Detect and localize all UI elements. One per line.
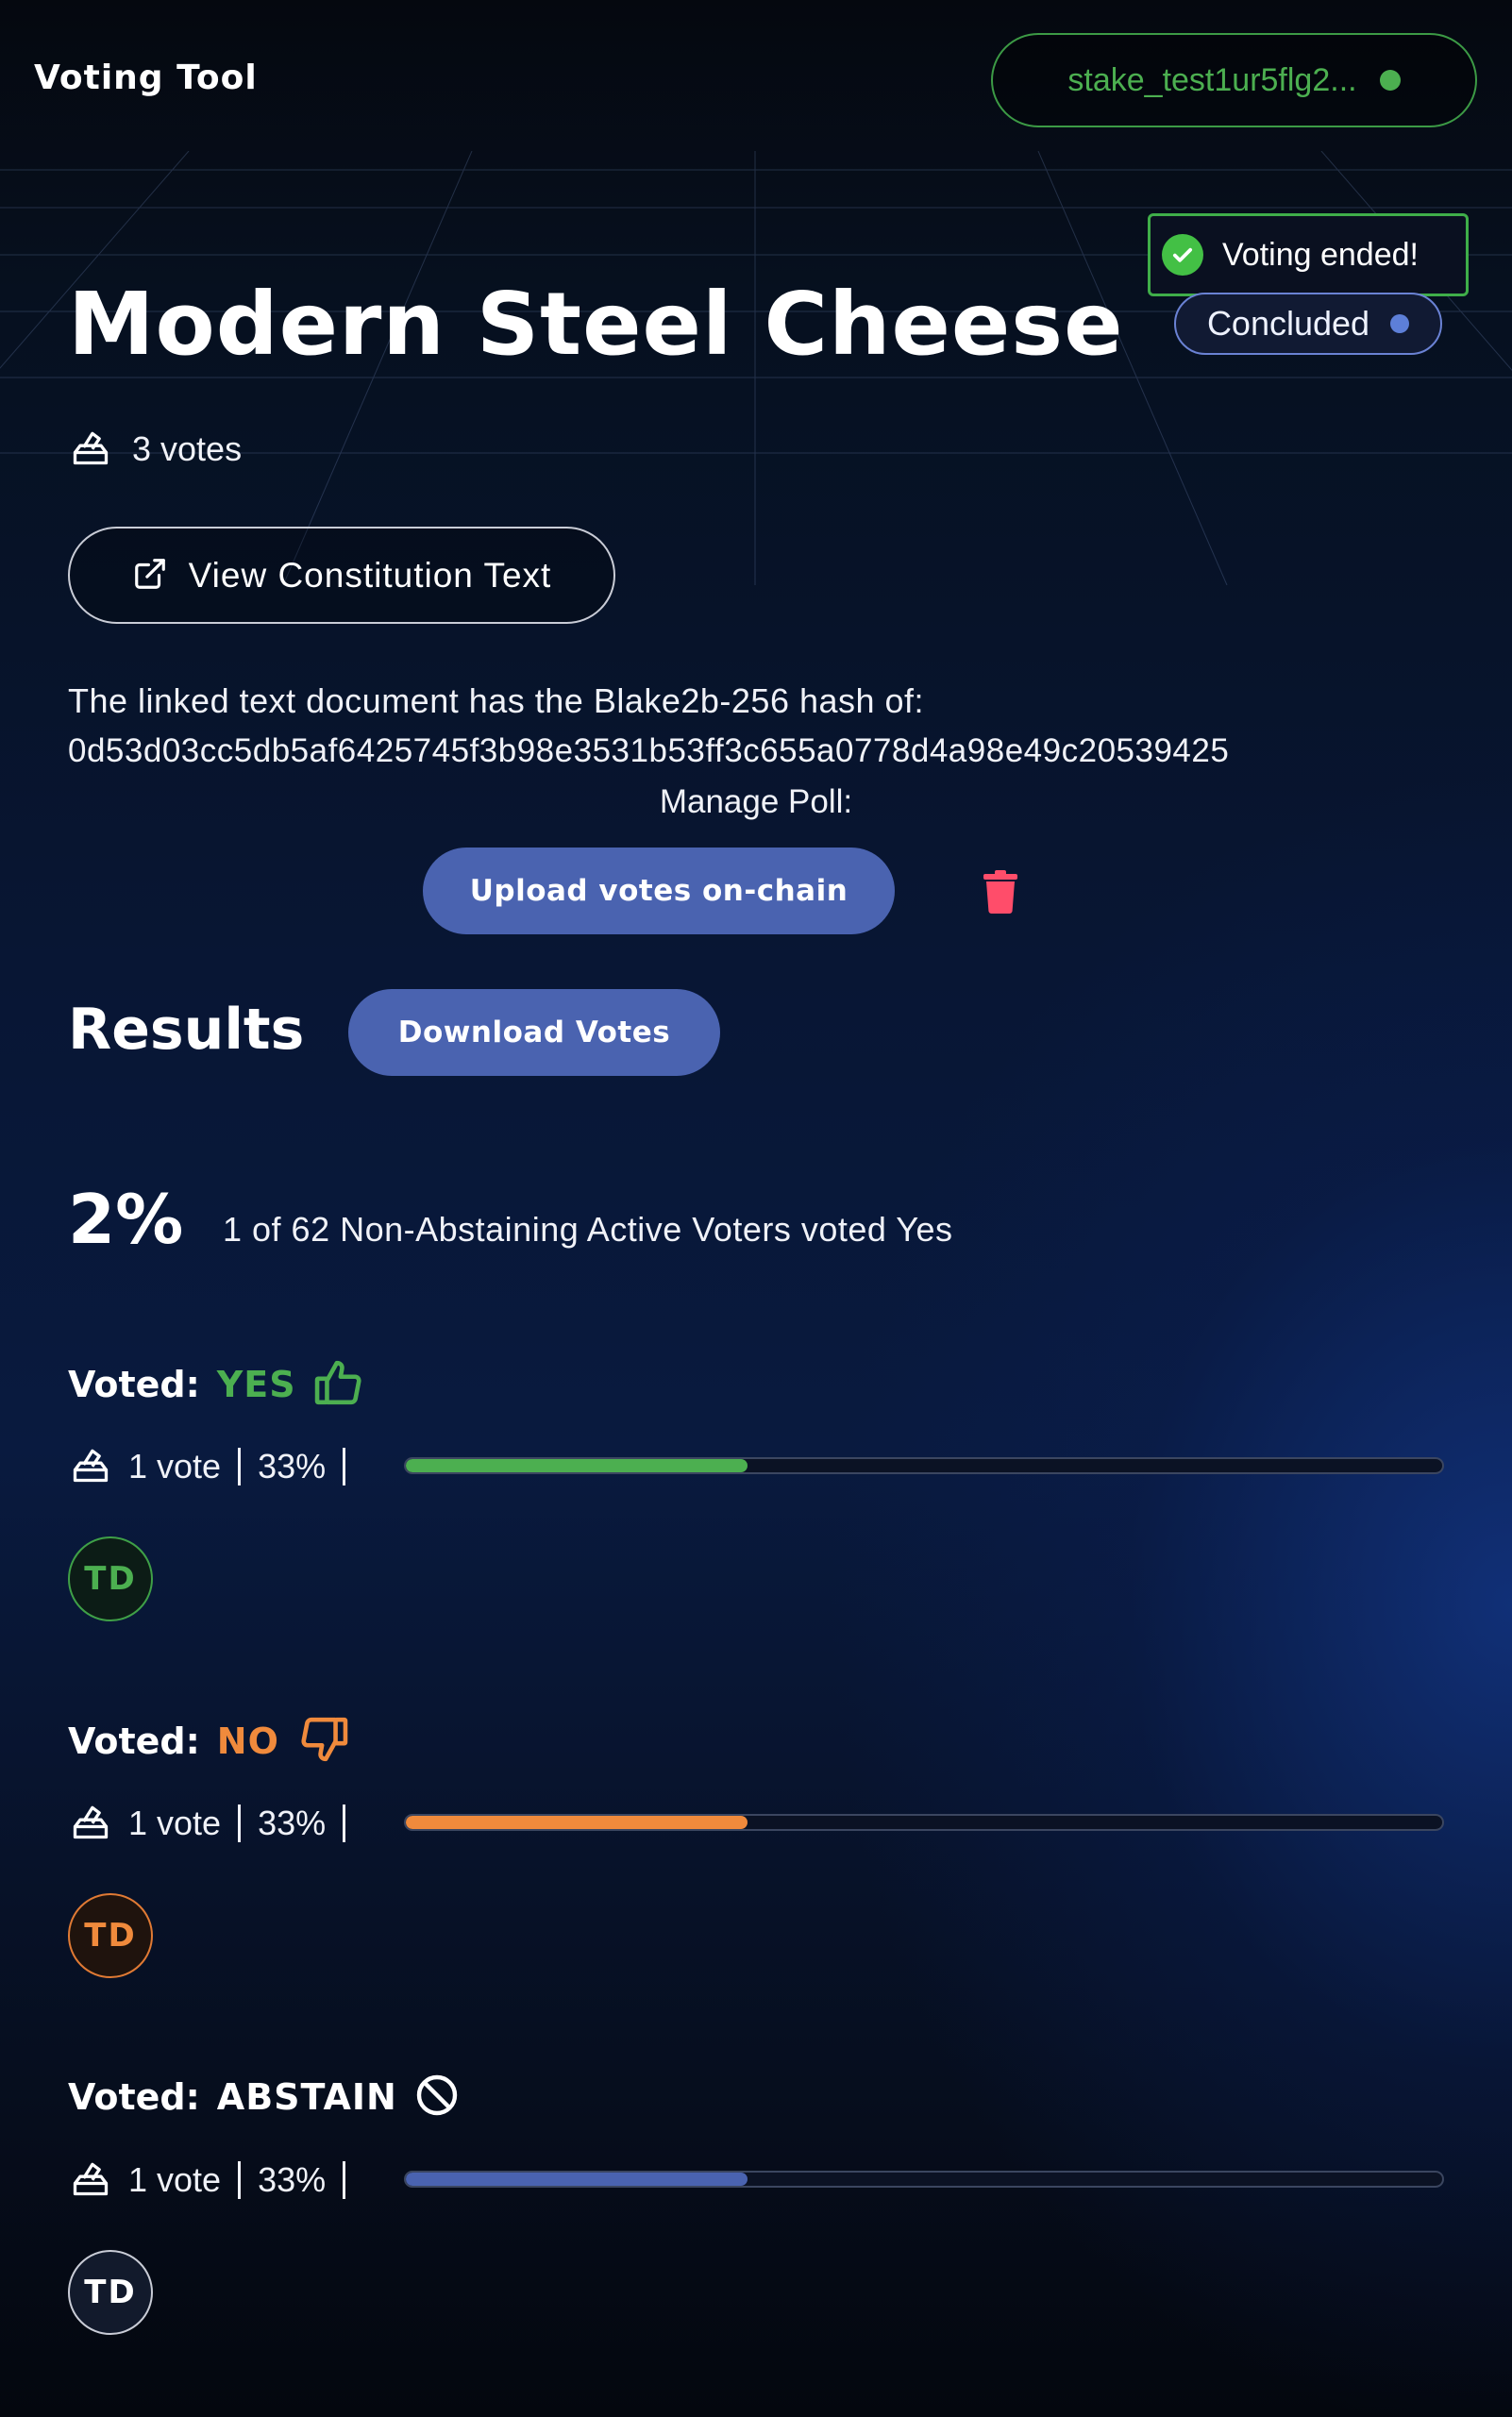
check-circle-icon — [1162, 234, 1203, 276]
avatar[interactable]: TD — [68, 1536, 153, 1621]
vote-group-yes: Voted: YES 1 vote 33% TD — [68, 1359, 1446, 1642]
ballot-box-icon — [70, 1801, 111, 1846]
avatar[interactable]: TD — [68, 1893, 153, 1978]
results-summary: 1 of 62 Non-Abstaining Active Voters vot… — [223, 1210, 953, 1249]
upload-votes-button[interactable]: Upload votes on-chain — [423, 848, 895, 934]
hash-intro: The linked text document has the Blake2b… — [68, 681, 925, 720]
progress-bar — [404, 1457, 1444, 1474]
status-dot — [1390, 314, 1410, 333]
wallet-connect-button[interactable]: stake_test1ur5flg2... — [991, 33, 1477, 127]
avatar[interactable]: TD — [68, 2250, 153, 2335]
voting-ended-toast: Voting ended! — [1148, 213, 1469, 296]
votes-count-label: 3 votes — [132, 429, 243, 468]
app-title: Voting Tool — [34, 59, 258, 97]
progress-fill — [406, 1816, 748, 1829]
voted-row: Voted: NO — [68, 1716, 349, 1767]
wallet-status-dot — [1379, 70, 1401, 91]
ballot-box-icon — [70, 427, 111, 472]
vote-percent: 33% — [258, 2160, 327, 2199]
voted-label: Voted: — [68, 1364, 200, 1405]
trash-icon — [983, 870, 1017, 914]
divider — [343, 1804, 346, 1842]
divider — [238, 1804, 242, 1842]
status-badge: Concluded — [1174, 293, 1442, 355]
divider — [343, 2161, 346, 2199]
progress-fill — [406, 2173, 748, 2186]
view-constitution-button[interactable]: View Constitution Text — [68, 527, 615, 624]
wallet-address: stake_test1ur5flg2... — [1067, 61, 1357, 98]
yes-percent: 2% — [68, 1180, 184, 1259]
vote-count: 1 vote — [128, 1804, 222, 1842]
progress-bar — [404, 2171, 1444, 2188]
progress-fill — [406, 1459, 748, 1472]
vote-stats: 1 vote 33% — [70, 2157, 346, 2203]
voted-label: Voted: — [68, 2076, 200, 2118]
divider — [238, 1448, 242, 1485]
vote-percent: 33% — [258, 1447, 327, 1485]
results-heading: Results — [68, 997, 305, 1063]
progress-bar — [404, 1814, 1444, 1831]
vote-group-abstain: Voted: ABSTAIN 1 vote 33% TD — [68, 2073, 1446, 2356]
voted-choice: ABSTAIN — [216, 2076, 397, 2118]
thumbs-up-icon — [313, 1359, 366, 1410]
vote-count: 1 vote — [128, 1447, 222, 1485]
ballot-box-icon — [70, 2157, 111, 2203]
voted-choice: YES — [216, 1364, 296, 1405]
external-link-icon — [132, 556, 168, 596]
vote-count: 1 vote — [128, 2160, 222, 2199]
delete-poll-button[interactable] — [982, 870, 1019, 914]
toast-message: Voting ended! — [1222, 236, 1419, 273]
voted-label: Voted: — [68, 1720, 200, 1762]
voted-row: Voted: YES — [68, 1359, 366, 1410]
top-bar: Voting Tool stake_test1ur5flg2... — [0, 0, 1512, 160]
page-title: Modern Steel Cheese — [68, 274, 1124, 375]
ballot-box-icon — [70, 1444, 111, 1489]
status-label: Concluded — [1206, 304, 1370, 343]
download-votes-button[interactable]: Download Votes — [348, 989, 720, 1076]
vote-stats: 1 vote 33% — [70, 1444, 346, 1489]
vote-stats: 1 vote 33% — [70, 1801, 346, 1846]
manage-poll-label: Manage Poll: — [659, 783, 853, 820]
vote-group-no: Voted: NO 1 vote 33% TD — [68, 1716, 1446, 1999]
view-constitution-label: View Constitution Text — [188, 555, 552, 595]
abstain-icon — [414, 2073, 460, 2122]
thumbs-down-icon — [296, 1716, 349, 1767]
divider — [343, 1448, 346, 1485]
vote-percent: 33% — [258, 1804, 327, 1842]
votes-count: 3 votes — [70, 427, 242, 472]
divider — [238, 2161, 242, 2199]
voted-row: Voted: ABSTAIN — [68, 2073, 460, 2122]
hash-value: 0d53d03cc5db5af6425745f3b98e3531b53ff3c6… — [68, 732, 1230, 769]
voted-choice: NO — [216, 1720, 279, 1762]
